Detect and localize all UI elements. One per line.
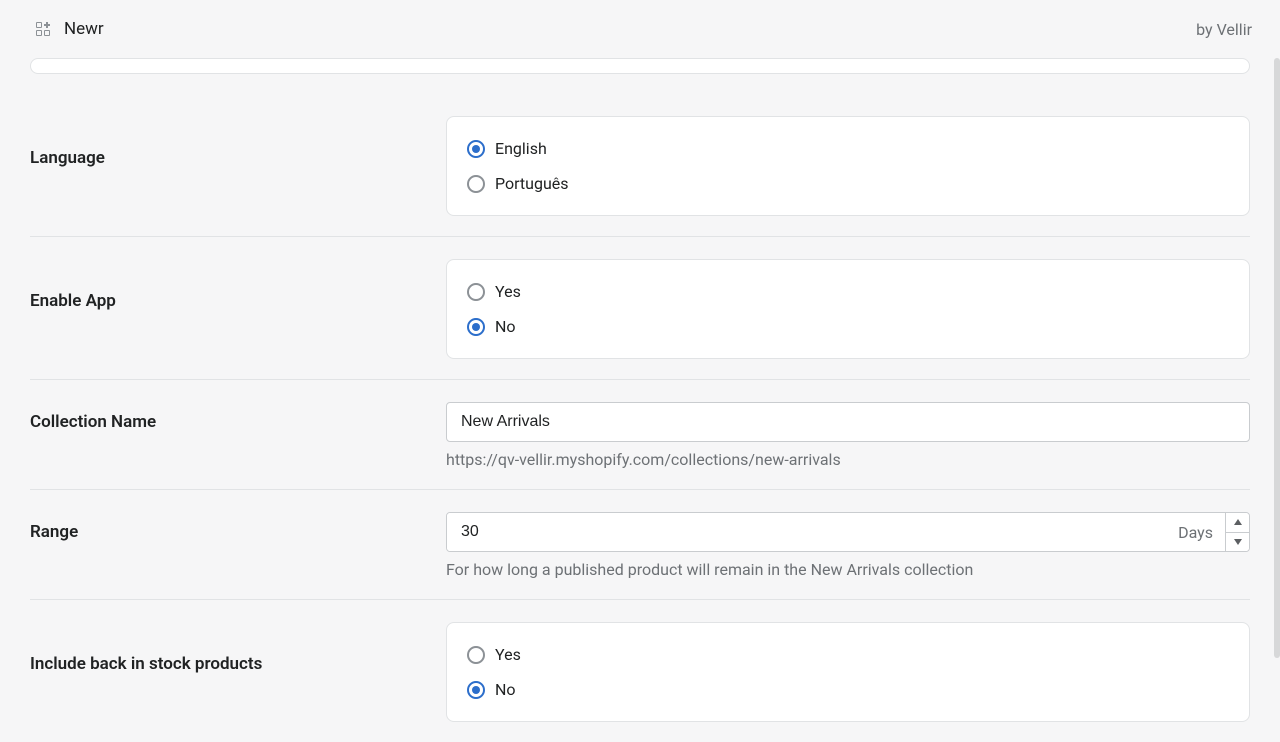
radio-label: English xyxy=(495,139,547,158)
radio-enable-yes[interactable]: Yes xyxy=(467,278,1229,305)
radio-backinstock-yes[interactable]: Yes xyxy=(467,641,1229,668)
range-input-wrap: Days xyxy=(446,512,1250,552)
card-enable-app: Yes No xyxy=(446,259,1250,359)
range-number-input[interactable] xyxy=(447,513,1166,551)
radio-label: No xyxy=(495,317,516,336)
caret-up-icon xyxy=(1234,519,1242,525)
range-increment-button[interactable] xyxy=(1226,513,1249,533)
radio-label: No xyxy=(495,680,516,699)
radio-language-english[interactable]: English xyxy=(467,135,1229,162)
byline: by Vellir xyxy=(1196,20,1252,39)
range-unit: Days xyxy=(1166,513,1225,551)
section-label-back-in-stock: Include back in stock products xyxy=(30,622,446,674)
section-back-in-stock: Include back in stock products Yes No xyxy=(30,622,1250,742)
radio-icon xyxy=(467,175,485,193)
radio-icon xyxy=(467,318,485,336)
radio-icon xyxy=(467,283,485,301)
app-header: Newr by Vellir xyxy=(0,0,1280,58)
range-decrement-button[interactable] xyxy=(1226,533,1249,552)
section-label-language: Language xyxy=(30,116,446,168)
section-label-enable-app: Enable App xyxy=(30,259,446,311)
section-collection-name: Collection Name https://qv-vellir.myshop… xyxy=(30,402,1250,490)
radio-icon xyxy=(467,681,485,699)
app-grid-icon xyxy=(36,22,50,36)
scrollbar[interactable] xyxy=(1274,58,1280,658)
radio-icon xyxy=(467,646,485,664)
radio-label: Português xyxy=(495,174,569,193)
section-language: Language English Português xyxy=(30,116,1250,237)
radio-icon xyxy=(467,140,485,158)
range-helper: For how long a published product will re… xyxy=(446,560,1250,579)
card-language: English Português xyxy=(446,116,1250,216)
radio-backinstock-no[interactable]: No xyxy=(467,676,1229,703)
radio-label: Yes xyxy=(495,645,521,664)
radio-enable-no[interactable]: No xyxy=(467,313,1229,340)
section-label-range: Range xyxy=(30,512,446,542)
collection-name-input[interactable] xyxy=(446,402,1250,442)
range-spinner xyxy=(1225,513,1249,551)
caret-down-icon xyxy=(1234,539,1242,545)
radio-label: Yes xyxy=(495,282,521,301)
header-left: Newr xyxy=(36,19,104,39)
card-back-in-stock: Yes No xyxy=(446,622,1250,722)
section-range: Range Days For how long a published prod… xyxy=(30,512,1250,600)
settings-content: Language English Português Enable App Ye… xyxy=(0,58,1280,742)
section-label-collection-name: Collection Name xyxy=(30,402,446,432)
app-name: Newr xyxy=(64,19,104,39)
section-enable-app: Enable App Yes No xyxy=(30,259,1250,380)
radio-language-portugues[interactable]: Português xyxy=(467,170,1229,197)
collection-url-helper: https://qv-vellir.myshopify.com/collecti… xyxy=(446,450,1250,469)
previous-card-edge xyxy=(30,58,1250,74)
